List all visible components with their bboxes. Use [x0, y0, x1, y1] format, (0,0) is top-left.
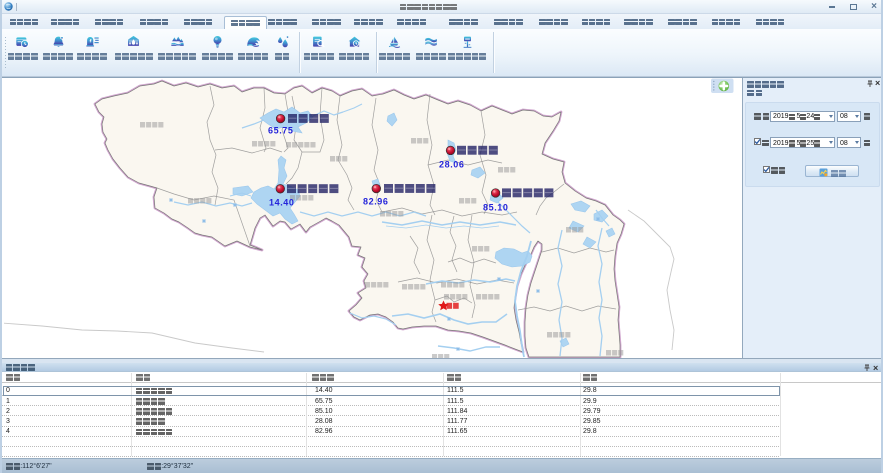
svg-text:14.40: 14.40: [269, 198, 295, 208]
svg-text:28.06: 28.06: [439, 160, 465, 170]
svg-text:85.10: 85.10: [483, 203, 509, 213]
svg-text:82.96: 82.96: [363, 197, 389, 207]
svg-text:65.75: 65.75: [268, 126, 294, 136]
